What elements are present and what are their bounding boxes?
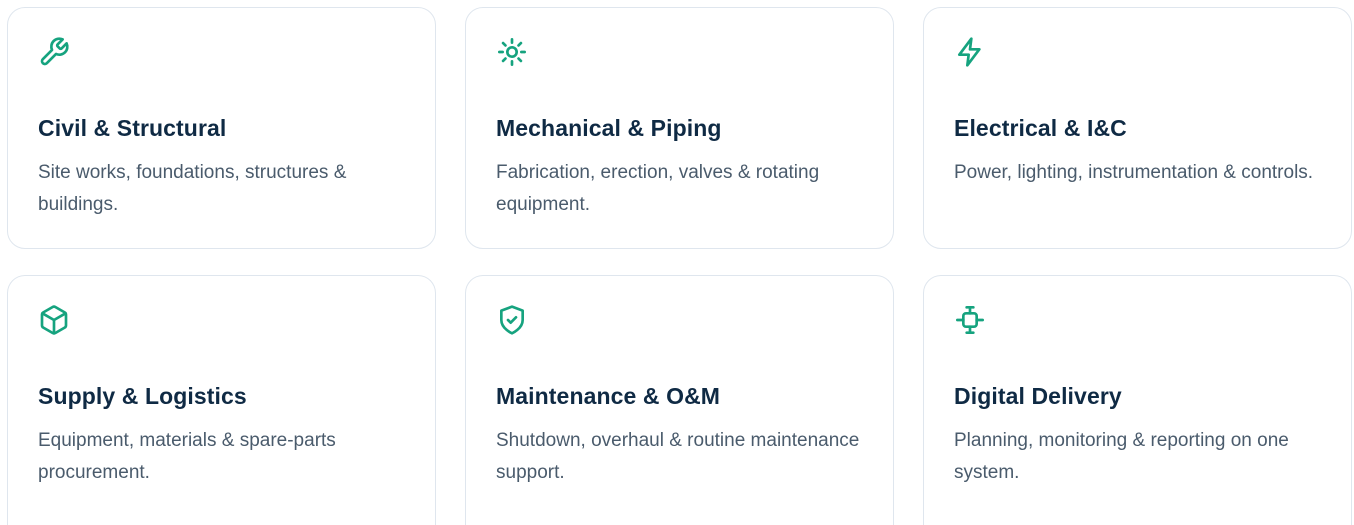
card-description: Power, lighting, instrumentation & contr… — [954, 162, 1314, 183]
sun-icon — [495, 35, 529, 69]
card-title: Mechanical & Piping — [496, 115, 722, 141]
service-card-digital-delivery[interactable]: Digital Delivery Planning, monitoring & … — [923, 275, 1352, 525]
card-title: Electrical & I&C — [954, 115, 1127, 141]
card-description: Planning, monitoring & reporting on one … — [954, 430, 1289, 483]
cpu-chip-icon — [953, 303, 987, 337]
service-card-civil-structural[interactable]: Civil & Structural Site works, foundatio… — [7, 7, 436, 249]
service-card-electrical-ic[interactable]: Electrical & I&C Power, lighting, instru… — [923, 7, 1352, 249]
card-description: Shutdown, overhaul & routine maintenance… — [496, 430, 860, 483]
card-title: Civil & Structural — [38, 115, 227, 141]
card-description: Site works, foundations, structures & bu… — [38, 162, 347, 215]
shield-check-icon — [495, 303, 529, 337]
service-card-mechanical-piping[interactable]: Mechanical & Piping Fabrication, erectio… — [465, 7, 894, 249]
services-grid: Civil & Structural Site works, foundatio… — [7, 7, 1352, 525]
cube-icon — [37, 303, 71, 337]
service-card-maintenance-om[interactable]: Maintenance & O&M Shutdown, overhaul & r… — [465, 275, 894, 525]
card-title: Maintenance & O&M — [496, 383, 721, 409]
card-title: Supply & Logistics — [38, 383, 247, 409]
lightning-bolt-icon — [953, 35, 987, 69]
service-card-supply-logistics[interactable]: Supply & Logistics Equipment, materials … — [7, 275, 436, 525]
card-title: Digital Delivery — [954, 383, 1122, 409]
wrench-icon — [37, 35, 71, 69]
card-description: Equipment, materials & spare-parts procu… — [38, 430, 336, 483]
card-description: Fabrication, erection, valves & rotating… — [496, 162, 820, 215]
